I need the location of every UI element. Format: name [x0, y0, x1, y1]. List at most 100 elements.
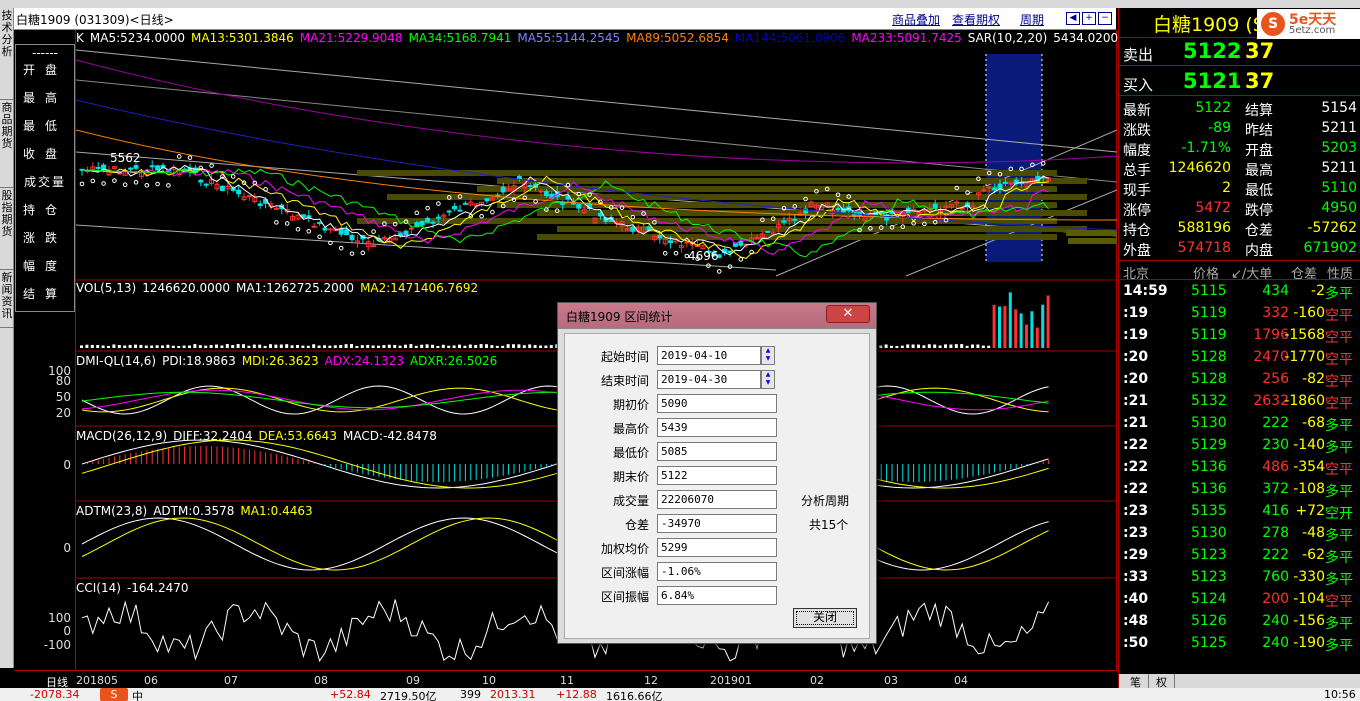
field-value[interactable]: 6.84%	[657, 586, 777, 605]
tick-row[interactable]: :20 5128 256 -82 空平	[1119, 368, 1360, 390]
tick-row[interactable]: :19 5119 332 -160 空平	[1119, 302, 1360, 324]
tick-row[interactable]: :23 5135 416 +72 空开	[1119, 500, 1360, 522]
tab-index-futures[interactable]: 股指期货	[0, 190, 14, 270]
tick-row[interactable]: :22 5136 486 -354 空平	[1119, 456, 1360, 478]
tick-row[interactable]: :22 5136 372 -108 多平	[1119, 478, 1360, 500]
tick-n: 多平	[1325, 418, 1353, 434]
close-icon[interactable]: ✕	[826, 305, 870, 323]
period-label: 分析周期	[801, 494, 850, 508]
index-change: +52.84	[330, 688, 371, 701]
stat-label: 内盘	[1245, 243, 1273, 259]
volume-bar	[1030, 311, 1034, 348]
zoom-out-icon[interactable]: −	[1098, 12, 1112, 25]
candle-body	[992, 187, 998, 191]
close-button[interactable]: 关闭	[793, 608, 857, 628]
volume-bar	[512, 344, 515, 348]
tab-news[interactable]: 新闻资讯	[0, 272, 14, 328]
tick-p: 5132	[1191, 393, 1227, 409]
tick-p: 5128	[1191, 349, 1227, 365]
candle-body	[338, 228, 344, 235]
ime-logo-icon[interactable]: S	[100, 688, 128, 701]
dialog-titlebar[interactable]: 白糖1909 区间统计 ✕	[558, 303, 876, 329]
field-value[interactable]: 5122	[657, 466, 777, 485]
tab-commodity-futures[interactable]: 商品期货	[0, 102, 14, 188]
tick-t: :19	[1123, 305, 1149, 321]
tick-row[interactable]: :48 5126 240 -156 多平	[1119, 610, 1360, 632]
volume-bar	[458, 344, 461, 348]
candle-body	[452, 205, 458, 210]
macd-legend: MACD(26,12,9) DIFF:32.2404 DEA:53.6643 MACD…	[76, 429, 443, 443]
sar-dot	[425, 205, 430, 211]
sar-dot	[122, 182, 128, 188]
candle-body	[408, 227, 414, 230]
trend-line	[76, 79, 1117, 183]
tick-t: :20	[1123, 349, 1149, 365]
sar-dot	[133, 179, 139, 185]
volume-bar	[166, 344, 170, 348]
candle-body	[754, 237, 760, 240]
field-value[interactable]: 5299	[657, 538, 777, 557]
volume-bar	[225, 344, 229, 348]
tick-row[interactable]: :20 5128 2470 -1770 空平	[1119, 346, 1360, 368]
tick-p: 5130	[1191, 525, 1227, 541]
dmi-legend: DMI-QL(14,6) PDI:18.9863 MDI:26.3623 ADX:24…	[76, 354, 503, 368]
brand-logo: S 5e天天 5etz.com	[1257, 9, 1360, 39]
candle-body	[484, 198, 490, 202]
tick-row[interactable]: :50 5125 240 -190 多平	[1119, 632, 1360, 654]
scroll-left-icon[interactable]: ◀	[1066, 12, 1080, 25]
tick-row[interactable]: :21 5132 2632 -1860 空平	[1119, 390, 1360, 412]
view-rights-button[interactable]: 查看期权	[952, 11, 1000, 28]
volume-bar	[263, 345, 267, 348]
field-value[interactable]: 5439	[657, 418, 777, 437]
tick-row[interactable]: :33 5123 760 -330 多平	[1119, 566, 1360, 588]
tick-t: :29	[1123, 547, 1149, 563]
tick-row[interactable]: :22 5129 230 -140 多平	[1119, 434, 1360, 456]
volume-bar	[927, 344, 931, 348]
tick-d: -330	[1293, 569, 1325, 585]
legend-item: MA34:5168.7941	[408, 31, 512, 45]
sar-dot	[101, 181, 106, 186]
tick-row[interactable]: 14:59 5115 434 -2 多平	[1119, 280, 1360, 302]
tick-row[interactable]: :29 5123 222 -62 多平	[1119, 544, 1360, 566]
field-value[interactable]: -1.06%	[657, 562, 777, 581]
candle-body	[425, 217, 431, 223]
ime-mode[interactable]: 中	[132, 688, 143, 701]
candle-body	[684, 241, 690, 244]
period-button[interactable]: 周期	[1020, 11, 1044, 28]
legend-item: -164.2470	[126, 581, 189, 595]
stat-row: 幅度 -1.71% 开盘 5203	[1119, 138, 1360, 159]
field-value[interactable]: 5085	[657, 442, 777, 461]
volume-bar	[269, 344, 272, 348]
tick-row[interactable]: :40 5124 200 -104 空平	[1119, 588, 1360, 610]
candle-body	[738, 240, 744, 246]
tick-row[interactable]: :21 5130 222 -68 多平	[1119, 412, 1360, 434]
overlay-button[interactable]: 商品叠加	[892, 11, 940, 28]
tick-n: 多平	[1325, 550, 1353, 566]
field-value[interactable]: 22206070	[657, 490, 777, 509]
tick-row[interactable]: :19 5119 1796 -1568 空平	[1119, 324, 1360, 346]
candle-body	[959, 207, 965, 210]
field-value[interactable]: -34970	[657, 514, 777, 533]
volume-bar	[981, 345, 985, 348]
field-value[interactable]: 5090	[657, 394, 777, 413]
start-date-spinner-icon[interactable]: ▲ ▼	[761, 346, 775, 365]
volume-bar	[1046, 295, 1050, 348]
legend-item: MA233:5091.7425	[851, 31, 962, 45]
tick-row[interactable]: :23 5130 278 -48 多平	[1119, 522, 1360, 544]
volume-bar	[960, 344, 964, 348]
field-value[interactable]: 2019-04-10	[657, 346, 761, 365]
tab-technical-analysis[interactable]: 技术分析	[0, 10, 14, 100]
field-value[interactable]: 2019-04-30	[657, 370, 761, 389]
tick-v: 200	[1262, 591, 1289, 607]
volume-bar	[987, 345, 991, 348]
volume-bar	[971, 344, 974, 348]
sar-dot	[187, 155, 193, 160]
end-date-spinner-icon[interactable]: ▲ ▼	[761, 370, 775, 389]
volume-bar	[544, 345, 548, 348]
tick-t: :40	[1123, 591, 1149, 607]
dmi-tick: 80	[55, 374, 71, 388]
candle-body	[1002, 181, 1008, 184]
zoom-in-icon[interactable]: +	[1082, 12, 1096, 25]
volume-bar	[139, 344, 143, 348]
volume-bar	[938, 345, 942, 348]
